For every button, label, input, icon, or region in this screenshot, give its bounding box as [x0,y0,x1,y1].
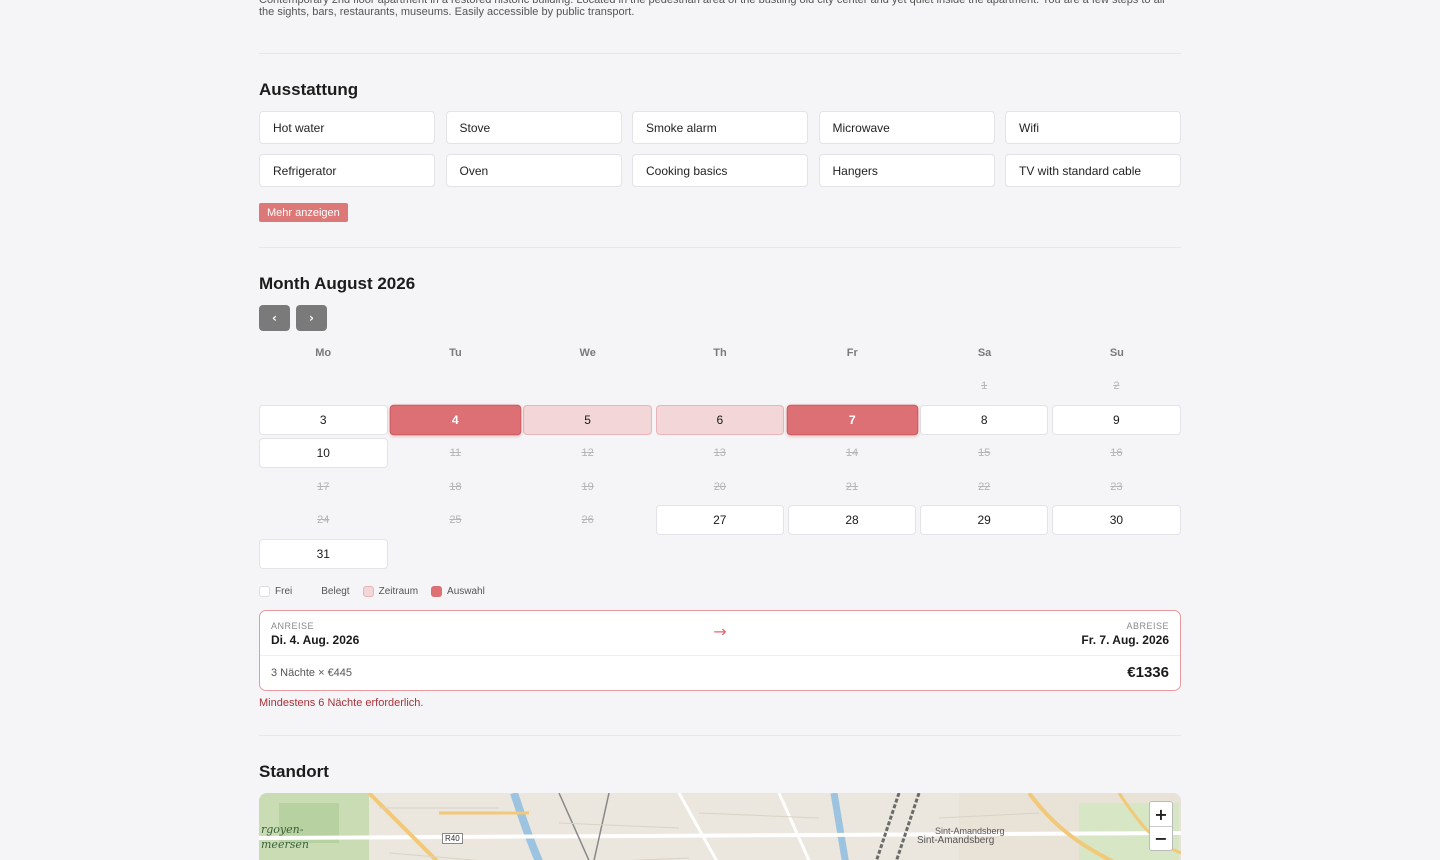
legend-label: Belegt [321,586,350,597]
amenity-item: Stove [445,111,622,144]
calendar-day-booked: 12 [581,447,594,460]
amenity-item: TV with standard cable [1005,154,1181,187]
legend-swatch-selection [431,586,443,597]
booking-dates-row: ANREISE Di. 4. Aug. 2026 → ABREISE Fr. 7… [260,611,1180,656]
calendar-day-booked: 26 [581,514,594,527]
legend-swatch-booked [305,586,316,597]
legend-free: Frei [259,586,292,597]
calendar-day-booked: 14 [845,447,859,460]
legend-booked: Belegt [305,586,349,597]
calendar-day-free[interactable]: 31 [259,538,388,569]
calendar-day-free[interactable]: 30 [1052,505,1181,536]
road-shield: R40 [442,833,463,844]
weekday-label: Th [713,347,727,359]
calendar-day-free[interactable]: 27 [655,505,785,536]
map-tiles[interactable] [259,793,1181,860]
calendar-day-booked: 23 [1110,480,1123,493]
amenities-grid: Hot water Stove Smoke alarm Microwave Wifi Re… [259,111,1181,187]
listing-description: Contemporary 2nd floor apartment in a re… [259,0,1165,18]
zoom-out-button[interactable]: − [1150,826,1172,850]
arrow-right-icon: → [713,622,727,641]
weekday-label: We [579,347,596,359]
total-price: €1336 [1127,664,1169,681]
calendar-day-selected[interactable]: 4 [389,404,521,435]
min-nights-warning: Mindestens 6 Nächte erforderlich. [259,697,424,709]
location-map[interactable]: rgoyen- meersen Sint-Amandsberg Sint-Ama… [259,793,1181,860]
prev-month-button[interactable]: ‹ [259,305,290,331]
weekday-label: Su [1109,347,1124,359]
weekday-label: Tu [449,347,462,359]
weekday-label: Fr [846,347,858,359]
calendar-day-booked: 24 [317,514,330,527]
calendar-day-free[interactable]: 29 [919,505,1049,536]
map-label: Sint-Amandsberg [917,835,995,846]
calendar-day-booked: 16 [1110,447,1123,460]
calendar-empty-cell [523,371,652,401]
legend-swatch-free [259,586,270,597]
amenity-item: Hot water [259,111,435,144]
calendar-day-range[interactable]: 6 [655,404,785,435]
amenity-item: Microwave [818,111,995,144]
calendar-day-free[interactable]: 9 [1052,404,1181,435]
calendar-day-booked: 11 [449,447,462,460]
booking-summary: ANREISE Di. 4. Aug. 2026 → ABREISE Fr. 7… [259,610,1181,691]
calendar-day-booked: 17 [317,480,330,493]
calendar-grid: 1 2 3 4 5 6 7 8 9 10 11 12 13 14 15 16 17 18 19 20 21 22 23 24 2… [259,371,1181,569]
legend-label: Zeitraum [378,586,419,597]
calendar-legend: Frei Belegt Zeitraum Auswahl [259,586,498,597]
calendar-day-booked: 15 [978,447,991,460]
weekday-header: Mo Tu We Th Fr Sa Su [259,347,1181,359]
calendar-title: Month August 2026 [259,274,416,293]
nights-price: 3 Nächte × €445 [271,667,353,679]
section-divider [259,247,1181,248]
amenity-item: Smoke alarm [632,111,808,144]
next-month-button[interactable]: › [296,305,327,331]
amenity-item: Refrigerator [259,154,435,187]
amenity-item: Wifi [1005,111,1181,144]
calendar-empty-cell [259,371,388,401]
amenity-item: Cooking basics [632,154,808,187]
calendar-day-booked: 22 [978,480,991,493]
calendar-day-booked: 21 [845,480,859,493]
calendar-day-selected[interactable]: 7 [786,404,918,435]
checkout: ABREISE Fr. 7. Aug. 2026 [1081,621,1169,647]
calendar-day-booked: 2 [1113,380,1120,392]
amenity-item: Hangers [818,154,995,187]
calendar-day-booked: 1 [981,380,988,392]
legend-label: Frei [275,586,293,597]
section-divider [259,53,1181,54]
calendar-empty-cell [656,371,785,401]
location-title: Standort [259,762,329,781]
checkout-date: Fr. 7. Aug. 2026 [1081,633,1169,647]
calendar-empty-cell [391,371,520,401]
map-label: rgoyen- [261,823,304,836]
calendar-day-booked: 25 [449,514,462,527]
map-zoom-control: + − [1149,801,1173,851]
legend-range: Zeitraum [362,586,419,597]
legend-selection: Auswahl [431,586,485,597]
amenity-item: Oven [445,154,622,187]
calendar-day-booked: 18 [449,480,462,493]
calendar-day-free[interactable]: 8 [919,404,1049,435]
weekday-label: Mo [315,347,332,359]
calendar-day-free[interactable]: 3 [259,404,388,435]
show-more-button[interactable]: Mehr anzeigen [259,203,348,222]
section-divider [259,735,1181,736]
map-label: meersen [261,838,309,851]
calendar-day-free[interactable]: 10 [259,438,388,469]
weekday-label: Sa [977,347,992,359]
calendar-day-booked: 19 [581,480,594,493]
legend-label: Auswahl [447,586,485,597]
zoom-in-button[interactable]: + [1150,802,1172,826]
legend-swatch-range [362,586,374,597]
calendar-day-booked: 13 [713,447,726,460]
calendar-day-booked: 20 [713,480,726,493]
calendar-empty-cell [788,371,917,401]
calendar-day-range[interactable]: 5 [523,404,652,435]
calendar-day-free[interactable]: 28 [787,505,917,536]
checkout-label: ABREISE [1126,621,1169,631]
amenities-title: Ausstattung [259,80,359,99]
